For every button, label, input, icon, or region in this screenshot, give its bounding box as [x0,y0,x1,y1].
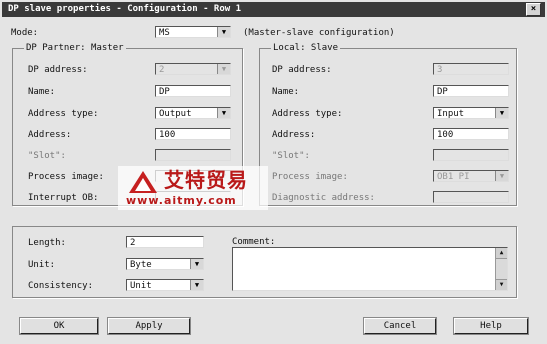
scroll-down-icon[interactable]: ▼ [496,279,507,290]
chevron-down-icon[interactable]: ▼ [190,280,203,290]
watermark-logo-icon [129,171,157,193]
unit-value: Byte [130,260,152,270]
local-address-type-label: Address type: [272,109,343,119]
chevron-down-icon[interactable]: ▼ [217,27,230,37]
master-dp-address-value: 2 [159,65,165,75]
master-slot-field [155,149,231,161]
chevron-down-icon[interactable]: ▼ [190,259,203,269]
title-bar: DP slave properties - Configuration - Ro… [2,2,545,17]
help-button[interactable]: Help [453,317,529,335]
master-slot-label: "Slot": [28,151,66,161]
local-dp-address-label: DP address: [272,65,332,75]
consistency-label: Consistency: [28,281,94,291]
unit-label: Unit: [28,260,56,270]
comment-textarea[interactable]: ▲ ▼ [232,247,508,291]
master-address-label: Address: [28,130,72,140]
local-process-image-value: OB1 PI [437,172,470,182]
local-slot-label: "Slot": [272,151,310,161]
scroll-up-icon[interactable]: ▲ [496,248,507,259]
close-button[interactable]: × [526,3,541,16]
local-group-title: Local: Slave [271,42,341,54]
master-dp-address-label: DP address: [28,65,88,75]
master-address-field[interactable]: 100 [155,128,231,140]
local-diagnostic-label: Diagnostic address: [272,193,375,203]
mode-dropdown[interactable]: MS ▼ [155,26,231,38]
master-address-type-dropdown[interactable]: Output ▼ [155,107,231,119]
watermark-url: www.aitmy.com [126,194,237,207]
consistency-value: Unit [130,281,152,291]
consistency-dropdown[interactable]: Unit ▼ [126,279,204,291]
master-address-type-label: Address type: [28,109,99,119]
local-process-image-dropdown: OB1 PI ▼ [433,170,509,182]
master-name-label: Name: [28,87,56,97]
chevron-down-icon: ▼ [495,171,508,181]
apply-button[interactable]: Apply [107,317,191,335]
window-title: DP slave properties - Configuration - Ro… [8,4,241,14]
mode-label: Mode: [11,28,39,38]
local-name-label: Name: [272,87,300,97]
local-address-field[interactable]: 100 [433,128,509,140]
mode-value: MS [159,28,170,38]
local-address-type-value: Input [437,109,465,119]
watermark: 艾特贸易 www.aitmy.com [118,166,268,210]
master-process-image-label: Process image: [28,172,104,182]
chevron-down-icon[interactable]: ▼ [217,108,230,118]
local-slot-field [433,149,509,161]
length-field[interactable]: 2 [126,236,204,248]
master-group-title: DP Partner: Master [24,42,126,54]
cancel-button[interactable]: Cancel [363,317,437,335]
local-address-label: Address: [272,130,316,140]
mode-note: (Master-slave configuration) [243,28,395,38]
comment-scrollbar[interactable]: ▲ ▼ [495,248,507,290]
local-address-type-dropdown[interactable]: Input ▼ [433,107,509,119]
master-name-field[interactable]: DP [155,85,231,97]
master-address-type-value: Output [159,109,192,119]
local-name-field[interactable]: DP [433,85,509,97]
local-dp-address-field: 3 [433,63,509,75]
unit-dropdown[interactable]: Byte ▼ [126,258,204,270]
watermark-brand: 艾特贸易 [164,168,248,192]
master-interrupt-ob-label: Interrupt OB: [28,193,99,203]
local-diagnostic-field [433,191,509,203]
chevron-down-icon: ▼ [217,64,230,74]
local-process-image-label: Process image: [272,172,348,182]
master-dp-address-dropdown: 2 ▼ [155,63,231,75]
length-label: Length: [28,238,66,248]
chevron-down-icon[interactable]: ▼ [495,108,508,118]
ok-button[interactable]: OK [19,317,99,335]
